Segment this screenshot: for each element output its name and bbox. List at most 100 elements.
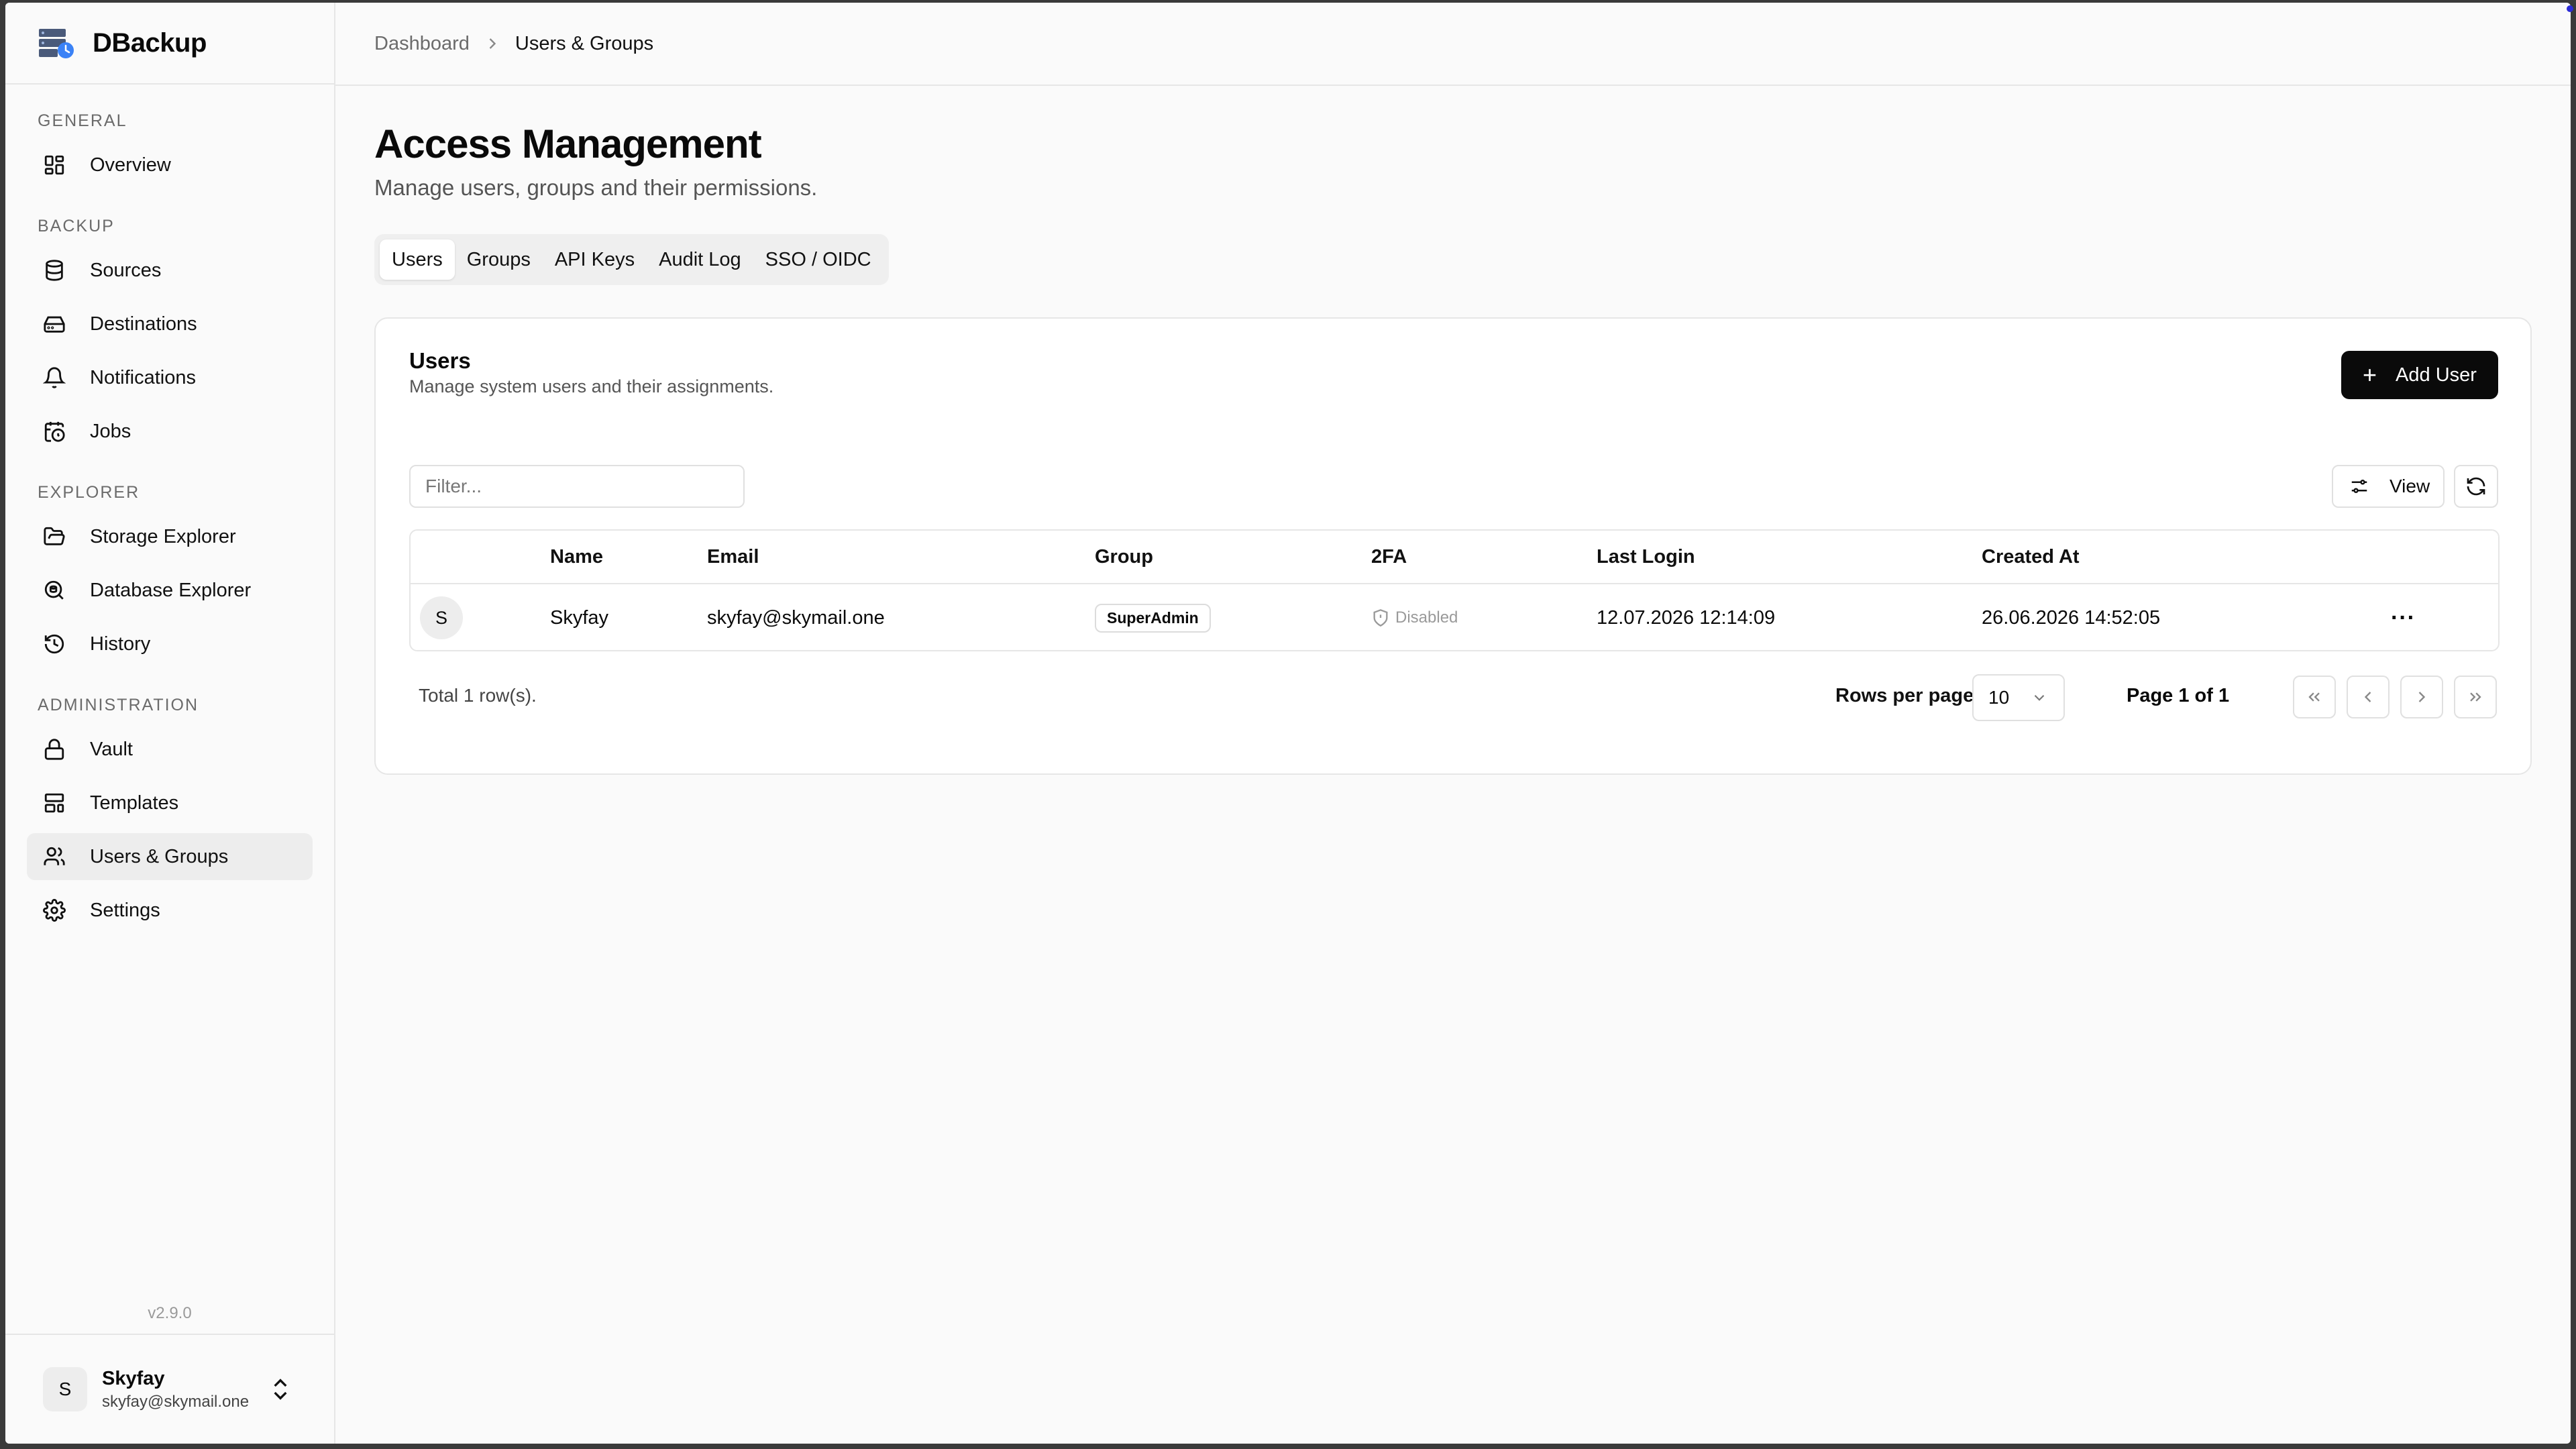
user-info: Skyfay skyfay@skymail.one bbox=[102, 1368, 267, 1411]
main-content: Dashboard Users & Groups Access Manageme… bbox=[335, 3, 2571, 1444]
chevrons-up-down-icon bbox=[274, 1379, 287, 1400]
app-name: DBackup bbox=[93, 28, 207, 58]
nav-group-explorer: EXPLORER Storage Explorer Database Explo… bbox=[27, 483, 313, 667]
breadcrumb-current: Users & Groups bbox=[515, 32, 654, 54]
user-name-cell: Skyfay bbox=[550, 606, 609, 629]
app-version: v2.9.0 bbox=[148, 1304, 192, 1322]
column-header-last-login[interactable]: Last Login bbox=[1597, 531, 1695, 583]
tab-sso-oidc[interactable]: SSO / OIDC bbox=[753, 239, 883, 280]
sidebar-item-label: Settings bbox=[90, 899, 160, 921]
sidebar-item-sources[interactable]: Sources bbox=[27, 247, 313, 294]
row-actions-icon[interactable]: ··· bbox=[2391, 584, 2416, 650]
refresh-button[interactable] bbox=[2454, 465, 2498, 508]
folder-open-icon bbox=[43, 525, 66, 548]
column-header-2fa[interactable]: 2FA bbox=[1371, 531, 1407, 583]
view-label: View bbox=[2390, 476, 2430, 496]
user-name: Skyfay bbox=[102, 1367, 165, 1389]
database-icon bbox=[43, 259, 66, 282]
sidebar-item-storage-explorer[interactable]: Storage Explorer bbox=[27, 513, 313, 560]
last-login-cell: 12.07.2026 12:14:09 bbox=[1597, 606, 1776, 629]
page-content: Access Management Manage users, groups a… bbox=[335, 86, 2571, 810]
twofa-label: Disabled bbox=[1395, 608, 1458, 627]
sidebar-item-jobs[interactable]: Jobs bbox=[27, 408, 313, 455]
sidebar-item-database-explorer[interactable]: Database Explorer bbox=[27, 567, 313, 614]
sidebar-item-label: Destinations bbox=[90, 313, 197, 335]
plus-icon: + bbox=[2363, 361, 2377, 388]
column-header-email[interactable]: Email bbox=[707, 531, 759, 583]
page-subtitle: Manage users, groups and their permissio… bbox=[374, 175, 818, 200]
window-indicator-dot bbox=[2567, 5, 2573, 12]
add-user-button[interactable]: + Add User bbox=[2341, 351, 2498, 399]
twofa-status: Disabled bbox=[1371, 584, 1458, 650]
rows-per-page-label: Rows per page bbox=[1835, 685, 1974, 706]
add-user-label: Add User bbox=[2396, 364, 2477, 386]
row-count: Total 1 row(s). bbox=[419, 685, 537, 706]
refresh-icon bbox=[2467, 477, 2485, 496]
breadcrumb-dashboard[interactable]: Dashboard bbox=[374, 33, 470, 55]
previous-page-button[interactable] bbox=[2347, 676, 2390, 718]
shield-icon bbox=[1373, 609, 1388, 627]
chevrons-left-icon bbox=[2308, 692, 2320, 702]
table-header: Name Email Group 2FA Last Login Created … bbox=[411, 531, 2498, 584]
nav-group-label: ADMINISTRATION bbox=[38, 696, 199, 714]
rows-per-page-select[interactable]: 10 bbox=[1972, 674, 2065, 721]
tab-list: Users Groups API Keys Audit Log SSO / OI… bbox=[374, 234, 889, 285]
breadcrumb: Dashboard Users & Groups bbox=[335, 3, 2571, 86]
user-email-cell: skyfay@skymail.one bbox=[707, 606, 885, 629]
gear-icon bbox=[43, 899, 66, 922]
sidebar: DBackup GENERAL Overview BACKUP Sources … bbox=[5, 3, 335, 1444]
brand[interactable]: DBackup bbox=[5, 3, 334, 85]
users-icon bbox=[43, 845, 66, 868]
sidebar-item-settings[interactable]: Settings bbox=[27, 887, 313, 934]
sliders-icon bbox=[2351, 480, 2367, 493]
history-icon bbox=[43, 633, 66, 655]
users-table: Name Email Group 2FA Last Login Created … bbox=[409, 529, 2500, 651]
filter-input[interactable] bbox=[409, 465, 745, 508]
bell-icon bbox=[42, 366, 66, 389]
next-page-button[interactable] bbox=[2400, 676, 2443, 718]
user-email: skyfay@skymail.one bbox=[102, 1392, 250, 1411]
avatar: S bbox=[43, 1367, 87, 1411]
sidebar-item-label: Notifications bbox=[90, 366, 196, 388]
first-page-button[interactable] bbox=[2293, 676, 2336, 718]
column-header-created-at[interactable]: Created At bbox=[1982, 531, 2080, 583]
tab-users[interactable]: Users bbox=[380, 239, 455, 280]
sidebar-item-users-groups[interactable]: Users & Groups bbox=[27, 833, 313, 880]
tab-api-keys[interactable]: API Keys bbox=[543, 239, 647, 280]
rows-per-page-value: 10 bbox=[1988, 687, 2010, 708]
search-database-icon bbox=[43, 579, 66, 602]
calendar-clock-icon bbox=[43, 420, 66, 443]
chevrons-right-icon bbox=[2470, 692, 2481, 702]
tab-groups[interactable]: Groups bbox=[455, 239, 543, 280]
table-row[interactable]: S Skyfay skyfay@skymail.one SuperAdmin D… bbox=[411, 584, 2498, 650]
sidebar-item-overview[interactable]: Overview bbox=[27, 142, 313, 189]
user-menu[interactable]: S Skyfay skyfay@skymail.one bbox=[5, 1334, 334, 1444]
nav-group-backup: BACKUP Sources Destinations Notification… bbox=[27, 217, 313, 455]
nav-group-label: BACKUP bbox=[38, 217, 115, 235]
chevron-right-icon bbox=[2418, 692, 2426, 702]
sidebar-item-label: Sources bbox=[90, 259, 162, 281]
sidebar-item-vault[interactable]: Vault bbox=[27, 726, 313, 773]
sidebar-nav: GENERAL Overview BACKUP Sources Destinat… bbox=[5, 85, 334, 934]
card-subtitle: Manage system users and their assignment… bbox=[409, 376, 774, 396]
server-clock-logo-icon bbox=[39, 29, 74, 58]
sidebar-item-notifications[interactable]: Notifications bbox=[27, 354, 313, 401]
view-options-button[interactable]: View bbox=[2332, 465, 2445, 508]
sidebar-item-templates[interactable]: Templates bbox=[27, 780, 313, 826]
sidebar-item-label: Storage Explorer bbox=[90, 525, 236, 547]
sidebar-item-label: Templates bbox=[90, 792, 179, 814]
column-header-name[interactable]: Name bbox=[550, 531, 603, 583]
app-window: DBackup GENERAL Overview BACKUP Sources … bbox=[5, 3, 2571, 1444]
sidebar-item-history[interactable]: History bbox=[27, 621, 313, 667]
sidebar-item-destinations[interactable]: Destinations bbox=[27, 301, 313, 347]
created-at-cell: 26.06.2026 14:52:05 bbox=[1982, 606, 2161, 629]
hard-drive-icon bbox=[43, 313, 66, 335]
chevron-right-icon bbox=[489, 38, 496, 49]
chevron-left-icon bbox=[2364, 692, 2371, 702]
column-header-group[interactable]: Group bbox=[1095, 531, 1153, 583]
tab-audit-log[interactable]: Audit Log bbox=[647, 239, 753, 280]
nav-group-label: GENERAL bbox=[38, 111, 127, 130]
last-page-button[interactable] bbox=[2454, 676, 2497, 718]
group-badge: SuperAdmin bbox=[1095, 603, 1211, 633]
sidebar-item-label: Overview bbox=[90, 154, 171, 176]
